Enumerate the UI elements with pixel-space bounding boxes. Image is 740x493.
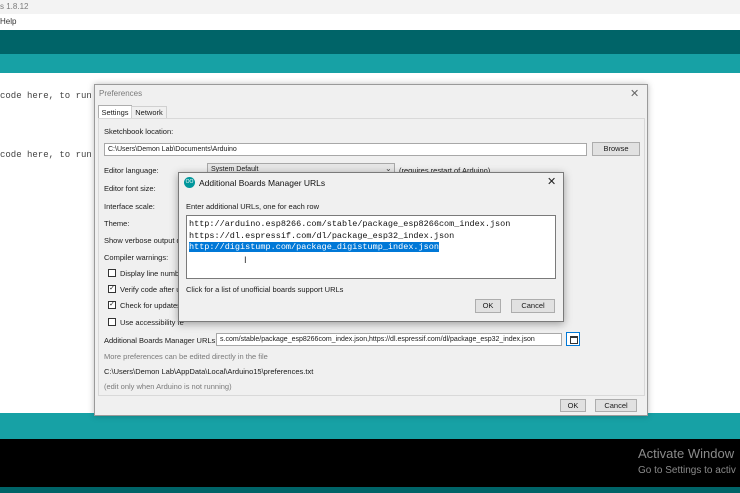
instruction-text: Enter additional URLs, one for each row — [186, 202, 319, 211]
accessibility-checkbox[interactable] — [108, 318, 116, 326]
ok-button[interactable]: OK — [560, 399, 586, 412]
theme-label: Theme: — [104, 219, 130, 228]
menu-help[interactable]: Help — [0, 17, 16, 26]
ide-footer-bar — [0, 487, 740, 493]
sketchbook-label: Sketchbook location: — [104, 127, 174, 136]
checkbox-label: Use accessibility fe — [120, 318, 184, 327]
ide-status-bar — [0, 413, 740, 439]
ide-menubar — [0, 14, 740, 30]
arduino-icon: OO — [184, 177, 195, 188]
compiler-warnings-label: Compiler warnings: — [104, 253, 169, 262]
urls-textarea[interactable]: http://arduino.esp8266.com/stable/packag… — [186, 215, 556, 279]
unofficial-urls-link[interactable]: Click for a list of unofficial boards su… — [186, 285, 343, 294]
verbose-output-label: Show verbose output d — [104, 236, 181, 245]
checkbox-label: Verify code after u — [120, 285, 181, 294]
sketchbook-location-field[interactable]: C:\Users\Demon Lab\Documents\Arduino — [104, 143, 587, 156]
ok-button[interactable]: OK — [475, 299, 501, 313]
activate-windows-title: Activate Window — [638, 446, 735, 461]
edit-only-note: (edit only when Arduino is not running) — [104, 382, 232, 391]
code-line: code here, to run o — [0, 91, 103, 101]
font-size-label: Editor font size: — [104, 184, 156, 193]
boards-manager-urls-label: Additional Boards Manager URLs: — [104, 336, 218, 345]
activate-windows-subtitle: Go to Settings to activ — [638, 465, 736, 476]
editor-language-label: Editor language: — [104, 166, 159, 175]
preferences-file-path[interactable]: C:\Users\Demon Lab\AppData\Local\Arduino… — [104, 367, 313, 376]
ide-tab-bar — [0, 54, 740, 73]
verify-code-checkbox[interactable]: ✓ — [108, 285, 116, 293]
dialog-title: Additional Boards Manager URLs — [199, 178, 326, 188]
browse-button[interactable]: Browse — [592, 142, 640, 156]
cancel-button[interactable]: Cancel — [511, 299, 555, 313]
window-icon[interactable] — [566, 332, 580, 346]
boards-manager-urls-field[interactable]: s.com/stable/package_esp8266com_index.js… — [216, 333, 562, 346]
boards-manager-urls-dialog: OO Additional Boards Manager URLs ✕ Ente… — [178, 172, 564, 322]
checkbox-label: Check for updates — [120, 301, 181, 310]
ide-toolbar — [0, 30, 740, 54]
url-line: http://arduino.esp8266.com/stable/packag… — [189, 219, 511, 229]
more-preferences-note: More preferences can be edited directly … — [104, 352, 268, 361]
display-line-numbers-checkbox[interactable] — [108, 269, 116, 277]
checkbox-label: Display line number — [120, 269, 186, 278]
close-icon[interactable]: ✕ — [630, 87, 639, 100]
code-line: code here, to run re — [0, 150, 109, 160]
preferences-title: Preferences — [99, 89, 143, 98]
url-line: https://dl.espressif.com/dl/package_esp3… — [189, 230, 455, 241]
url-line-selected: http://digistump.com/package_digistump_i… — [189, 242, 439, 252]
text-cursor-icon: I — [244, 256, 247, 266]
interface-scale-label: Interface scale: — [104, 202, 155, 211]
ide-console — [0, 439, 740, 487]
tab-settings[interactable]: Settings — [98, 105, 132, 119]
close-icon[interactable]: ✕ — [547, 175, 556, 188]
ide-window-title: s 1.8.12 — [0, 2, 29, 11]
cancel-button[interactable]: Cancel — [595, 399, 637, 412]
check-updates-checkbox[interactable]: ✓ — [108, 301, 116, 309]
ide-titlebar — [0, 0, 740, 14]
